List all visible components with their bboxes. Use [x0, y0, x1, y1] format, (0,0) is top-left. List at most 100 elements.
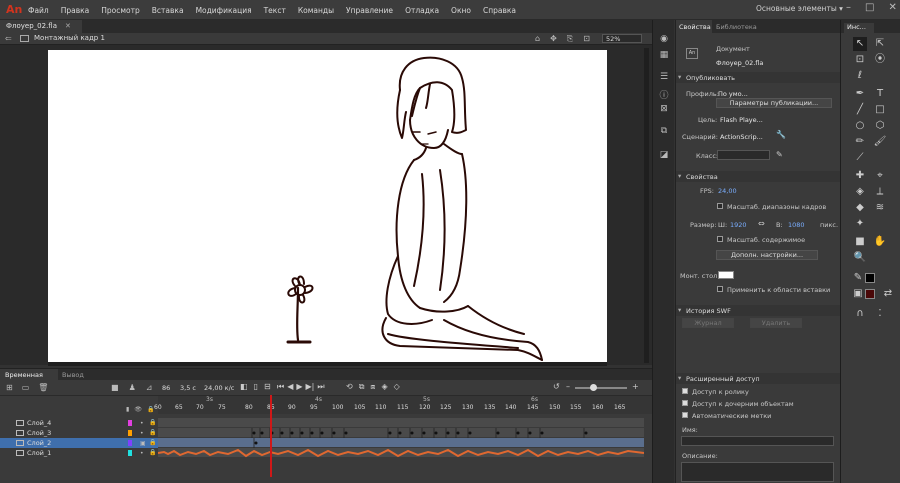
height-field[interactable]: 1080 — [788, 221, 805, 229]
menu-insert[interactable]: Вставка — [152, 6, 184, 15]
play-icon[interactable]: ▶ — [296, 382, 302, 392]
stage-v-scrollbar[interactable] — [644, 48, 649, 363]
paint-bucket-icon[interactable]: ◈ — [853, 185, 867, 199]
lasso-tool-icon[interactable]: ℓ — [853, 69, 867, 83]
paint-brush-icon[interactable]: ⟋ — [853, 151, 867, 165]
workspace-switcher[interactable]: Основные элементы ▾ — [756, 4, 843, 13]
new-layer-icon[interactable]: ⊞ — [6, 383, 13, 392]
script-select[interactable]: ActionScrip... — [720, 133, 763, 141]
swatches-icon[interactable]: ▦ — [659, 50, 669, 60]
frame-row[interactable] — [158, 418, 644, 428]
frame-row-selected[interactable] — [158, 438, 644, 448]
smooth-icon[interactable]: ⁚ — [873, 307, 887, 321]
maximize-icon[interactable]: □ — [865, 2, 874, 13]
layer-name[interactable]: Слой_2 — [27, 439, 51, 447]
swf-clear-button[interactable]: Удалить — [750, 318, 802, 328]
pencil-tool-icon[interactable]: ✏ — [853, 135, 867, 149]
edit-multiple-icon[interactable]: ⧈ — [370, 382, 375, 392]
symbol-edit-icon[interactable]: ✥ — [550, 34, 557, 44]
layer-row[interactable]: Слой_1 • 🔒 — [0, 448, 158, 458]
movie-access-checkbox[interactable] — [682, 388, 688, 394]
width-tool-icon[interactable]: ≋ — [873, 201, 887, 215]
layer-row-selected[interactable]: Слой_2 ▣ 🔒 — [0, 438, 158, 448]
scene-edit-icon[interactable]: ⎘ — [567, 34, 573, 44]
menu-file[interactable]: Файл — [28, 6, 49, 15]
parent-view-icon[interactable]: ♟ — [129, 383, 136, 392]
swap-colors-icon[interactable]: ⇄ — [881, 287, 895, 301]
section-accessibility[interactable]: Расширенный доступ — [676, 373, 841, 384]
layer-color-swatch[interactable] — [128, 430, 132, 436]
zoom-in-icon[interactable]: + — [632, 382, 639, 391]
pen-tool-icon[interactable]: ✒ — [853, 87, 867, 101]
subselection-tool-icon[interactable]: ⇱ — [873, 37, 887, 51]
next-frame-icon[interactable]: ▶| — [306, 382, 315, 392]
free-transform-icon[interactable]: ⊡ — [853, 53, 867, 67]
center-stage-icon[interactable]: ⊡ — [583, 34, 590, 44]
outline-toggle-icon[interactable]: ▣ — [140, 440, 146, 447]
text-tool-icon[interactable]: T — [873, 87, 887, 101]
zoom-out-icon[interactable]: – — [566, 382, 570, 391]
info-icon[interactable]: ⓘ — [659, 88, 669, 101]
lock-icon[interactable]: 🔒 — [149, 439, 156, 446]
camera-icon[interactable]: ■ — [111, 383, 119, 392]
eye-icon[interactable]: 👁 — [134, 406, 142, 413]
fill-color-icon[interactable]: ▣ — [851, 287, 865, 301]
publish-settings-button[interactable]: Параметры публикации... — [716, 98, 832, 108]
section-publish[interactable]: Опубликовать — [676, 72, 841, 83]
3d-rotation-icon[interactable]: ⦿ — [873, 53, 887, 67]
menu-edit[interactable]: Правка — [61, 6, 90, 15]
visibility-dot[interactable]: • — [140, 430, 144, 437]
class-input[interactable] — [717, 150, 770, 160]
pencil-icon[interactable]: ✎ — [776, 150, 783, 159]
tab-library[interactable]: Библиотека — [716, 23, 757, 31]
menu-window[interactable]: Окно — [451, 6, 471, 15]
delete-layer-icon[interactable]: 🗑 — [38, 383, 48, 392]
line-tool-icon[interactable]: ╱ — [853, 103, 867, 117]
brush-tool-icon[interactable]: 🖌 — [873, 135, 887, 149]
camera-tool-icon[interactable]: ■ — [853, 235, 867, 249]
link-icon[interactable]: ⇔ — [758, 219, 765, 228]
rectangle-tool-icon[interactable]: □ — [873, 103, 887, 117]
first-frame-icon[interactable]: ⏮ — [277, 382, 284, 392]
minimize-icon[interactable]: – — [846, 2, 851, 13]
fps-field[interactable]: 24,00 — [718, 187, 737, 195]
width-field[interactable]: 1920 — [730, 221, 747, 229]
layer-color-swatch[interactable] — [128, 450, 132, 456]
more-settings-button[interactable]: Дополн. настройки... — [716, 250, 818, 260]
polystar-tool-icon[interactable]: ⬡ — [873, 119, 887, 133]
layer-row[interactable]: Слой_3 • 🔒 — [0, 428, 158, 438]
loop-icon[interactable]: ▯ — [254, 382, 258, 391]
menu-help[interactable]: Справка — [483, 6, 516, 15]
layer-name[interactable]: Слой_4 — [27, 419, 51, 427]
current-frame[interactable]: 86 — [162, 384, 170, 392]
fps-value[interactable]: 24,00 к/с — [204, 384, 234, 392]
new-folder-icon[interactable]: ▭ — [22, 383, 30, 392]
bind-tool-icon[interactable]: ⌖ — [873, 169, 887, 183]
hand-tool-icon[interactable]: ✋ — [873, 235, 887, 249]
bone-tool-icon[interactable]: ✚ — [853, 169, 867, 183]
snap-magnet-icon[interactable]: ∩ — [853, 307, 867, 321]
menu-text[interactable]: Текст — [264, 6, 286, 15]
visibility-dot[interactable]: • — [140, 420, 144, 427]
frame-zoom-slider[interactable] — [575, 387, 627, 389]
lock-icon[interactable]: 🔒 — [149, 419, 156, 426]
section-swf-history[interactable]: История SWF — [676, 305, 841, 316]
onion-icon[interactable]: ⊟ — [264, 382, 271, 391]
menu-control[interactable]: Управление — [346, 6, 393, 15]
auto-labels-checkbox[interactable] — [682, 412, 688, 418]
description-input[interactable] — [681, 462, 834, 482]
name-input[interactable] — [681, 436, 834, 446]
menu-view[interactable]: Просмотр — [101, 6, 140, 15]
apply-paste-checkbox[interactable] — [717, 286, 723, 292]
scale-spans-checkbox[interactable] — [717, 203, 723, 209]
close-icon[interactable]: ✕ — [888, 2, 896, 13]
profile-value[interactable]: По умо... — [718, 90, 748, 98]
target-select[interactable]: Flash Playe... — [720, 116, 763, 124]
onion-skin-icon[interactable]: ⧉ — [359, 382, 365, 392]
clip-icon[interactable]: ⌂ — [535, 34, 540, 44]
prev-frame-icon[interactable]: ◀ — [287, 382, 293, 392]
section-properties[interactable]: Свойства — [676, 171, 841, 182]
frame-row-audio[interactable] — [157, 448, 645, 458]
menu-commands[interactable]: Команды — [298, 6, 334, 15]
transform-icon[interactable]: ⊠ — [659, 104, 669, 114]
